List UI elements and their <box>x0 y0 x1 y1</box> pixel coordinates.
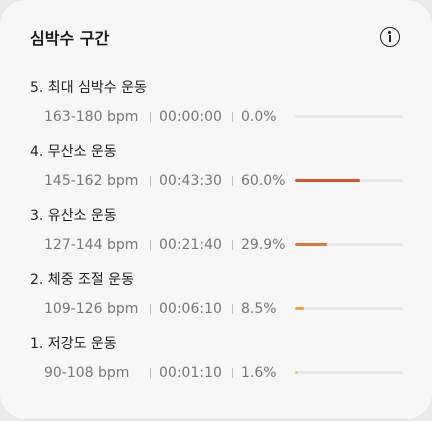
zone-percent: 8.5% <box>241 301 277 317</box>
divider <box>150 176 151 186</box>
divider <box>150 112 151 122</box>
zone-percent: 60.0% <box>241 173 286 189</box>
zone-duration: 00:06:10 <box>159 301 222 317</box>
zone-stats: 145-162 bpm 00:43:30 60.0% <box>30 172 404 190</box>
zone-progress-fill <box>295 307 305 310</box>
divider <box>232 112 233 122</box>
divider <box>150 240 151 250</box>
card-header: 심박수 구간 <box>30 27 402 51</box>
zone-progress-track <box>295 243 403 246</box>
zone-progress-fill <box>295 371 299 374</box>
zone-stats: 90-108 bpm 00:01:10 1.6% <box>30 364 404 382</box>
divider <box>150 368 151 378</box>
zone-bpm-range: 163-180 bpm <box>44 109 139 125</box>
zone-progress-track <box>295 371 403 374</box>
zone-bpm-range: 90-108 bpm <box>44 365 130 381</box>
zone-progress-track <box>295 307 403 310</box>
zone-duration: 00:00:00 <box>159 109 222 125</box>
zone-progress-track <box>295 179 403 182</box>
zone-progress-track <box>295 115 403 118</box>
zone-name: 1. 저강도 운동 <box>30 336 117 352</box>
zone-percent: 29.9% <box>241 237 286 253</box>
divider <box>232 304 233 314</box>
divider <box>232 368 233 378</box>
zone-duration: 00:43:30 <box>159 173 222 189</box>
heart-rate-zones-card: 심박수 구간 5. 최대 심박수 운동 163-180 bpm 00:00:00… <box>0 0 432 419</box>
zone-bpm-range: 145-162 bpm <box>44 173 139 189</box>
zone-stats: 127-144 bpm 00:21:40 29.9% <box>30 236 404 254</box>
zone-percent: 1.6% <box>241 365 277 381</box>
info-icon-bar <box>388 35 391 43</box>
info-icon-dot <box>388 31 391 34</box>
zone-duration: 00:21:40 <box>159 237 222 253</box>
zone-duration: 00:01:10 <box>159 365 222 381</box>
zone-bpm-range: 127-144 bpm <box>44 237 139 253</box>
divider <box>232 176 233 186</box>
divider <box>150 304 151 314</box>
zone-stats: 109-126 bpm 00:06:10 8.5% <box>30 300 404 318</box>
divider <box>232 240 233 250</box>
zone-stats: 163-180 bpm 00:00:00 0.0% <box>30 108 404 126</box>
info-icon[interactable] <box>380 27 400 47</box>
zone-name: 2. 체중 조절 운동 <box>30 272 134 288</box>
zone-name: 4. 무산소 운동 <box>30 144 117 160</box>
zone-name: 3. 유산소 운동 <box>30 208 117 224</box>
zone-name: 5. 최대 심박수 운동 <box>30 80 147 96</box>
zone-percent: 0.0% <box>241 109 277 125</box>
zone-bpm-range: 109-126 bpm <box>44 301 139 317</box>
zone-progress-fill <box>295 179 360 182</box>
zone-progress-fill <box>295 243 328 246</box>
card-title: 심박수 구간 <box>30 29 110 48</box>
